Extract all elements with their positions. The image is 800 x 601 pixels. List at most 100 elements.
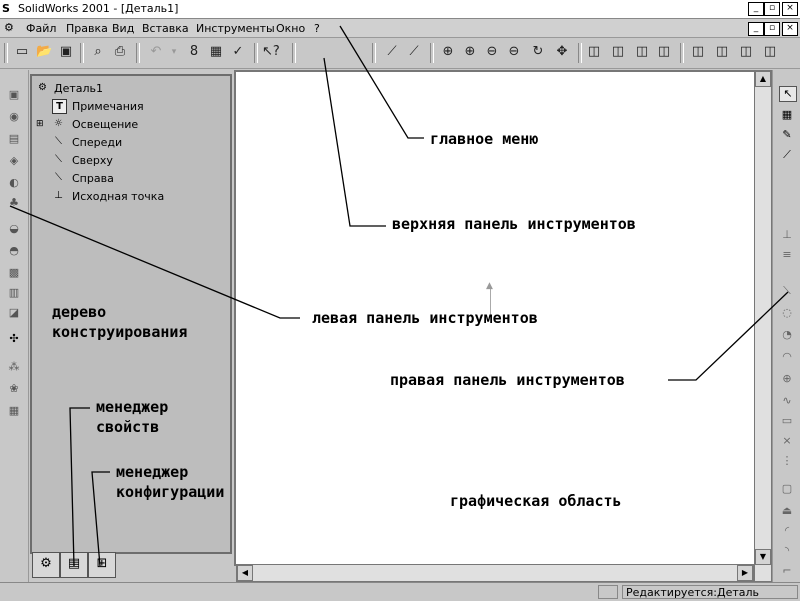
dome-icon[interactable]: ✣ xyxy=(6,332,22,346)
tree-item-right[interactable]: Справа xyxy=(72,172,114,185)
zoom-area-icon[interactable]: ⊖ xyxy=(484,44,500,60)
whats-this-help-icon[interactable]: ↖? xyxy=(262,44,280,60)
view-wireframe-icon[interactable]: ◫ xyxy=(634,44,650,60)
shell-icon[interactable]: ▩ xyxy=(6,266,22,280)
scroll-down-icon[interactable]: ▼ xyxy=(755,549,771,565)
options-icon[interactable]: ▦ xyxy=(208,44,224,60)
scroll-right-icon[interactable]: ▶ xyxy=(737,565,753,581)
zoom-to-fit-icon[interactable]: ⊕ xyxy=(440,44,456,60)
save-icon[interactable]: ▣ xyxy=(58,44,74,60)
print-preview-icon[interactable]: ⌕ xyxy=(90,44,106,60)
minimize-button[interactable]: _ xyxy=(748,2,764,16)
menu-tools[interactable]: Инструменты xyxy=(196,22,275,35)
property-manager-tab[interactable]: ▤ xyxy=(60,552,88,578)
sketch-fillet-icon[interactable]: ◜ xyxy=(779,524,795,538)
label-main-menu: главное меню xyxy=(430,130,539,148)
menu-window[interactable]: Окно xyxy=(276,22,305,35)
menu-insert[interactable]: Вставка xyxy=(142,22,189,35)
label-top-toolbar: верхняя панель инструментов xyxy=(392,215,636,233)
sketch-icon[interactable]: ✎ xyxy=(779,128,795,142)
expand-icon[interactable]: ⊞ xyxy=(36,119,44,129)
draft-icon[interactable]: ◪ xyxy=(6,306,22,320)
select-icon[interactable]: ⟋ xyxy=(384,44,400,60)
tree-item-front[interactable]: Спереди xyxy=(72,136,122,149)
display-relations-icon[interactable]: ≡ xyxy=(779,248,795,262)
linear-pattern-icon[interactable]: ⁂ xyxy=(6,360,22,374)
toolbar-grip[interactable] xyxy=(372,43,376,63)
smart-dimension-icon[interactable]: ⟋ xyxy=(779,148,795,162)
pan-icon[interactable]: ✥ xyxy=(554,44,570,60)
chamfer-icon[interactable]: ◓ xyxy=(6,244,22,258)
tangent-arc-icon[interactable]: ◔ xyxy=(779,328,795,342)
view-right-icon[interactable]: ◫ xyxy=(738,44,754,60)
offset-entities-icon[interactable]: ⏏ xyxy=(779,504,795,518)
doc-restore-button[interactable]: ▫ xyxy=(764,22,780,36)
extrude-icon[interactable]: ▣ xyxy=(6,88,22,102)
label-feature-tree: дерево конструирования xyxy=(52,303,188,341)
doc-close-button[interactable]: × xyxy=(782,22,798,36)
line-icon[interactable]: ⟍ xyxy=(779,284,795,298)
menu-edit[interactable]: Правка xyxy=(66,22,108,35)
three-point-arc-icon[interactable]: ◠ xyxy=(779,350,795,364)
tree-root[interactable]: Деталь1 xyxy=(54,82,103,95)
print-icon[interactable]: ⎙ xyxy=(112,44,128,60)
circle-icon[interactable]: ⊕ xyxy=(779,372,795,386)
extend-icon[interactable]: ⌐ xyxy=(779,564,795,578)
close-button[interactable]: × xyxy=(782,2,798,16)
cut-revolve-icon[interactable]: ♣ xyxy=(6,196,22,210)
mirror-icon[interactable]: ▦ xyxy=(6,404,22,418)
restore-button[interactable]: ▫ xyxy=(764,2,780,16)
rib-icon[interactable]: ▥ xyxy=(6,286,22,300)
circular-pattern-icon[interactable]: ❀ xyxy=(6,382,22,396)
view-isometric-icon[interactable]: ◫ xyxy=(762,44,778,60)
zoom-out-icon[interactable]: ⊖ xyxy=(506,44,522,60)
sweep-icon[interactable]: ▤ xyxy=(6,132,22,146)
vertical-scrollbar[interactable]: ▲ ▼ xyxy=(754,70,772,582)
view-top-icon[interactable]: ◫ xyxy=(714,44,730,60)
toolbar-grip[interactable] xyxy=(4,43,8,63)
undo-dropdown-icon[interactable]: ▾ xyxy=(166,44,182,60)
revolve-icon[interactable]: ◉ xyxy=(6,110,22,124)
view-hidden-removed-icon[interactable]: ◫ xyxy=(656,44,672,60)
centerpoint-arc-icon[interactable]: ◌ xyxy=(779,306,795,320)
document-icon[interactable]: ⚙ xyxy=(4,21,14,34)
view-front-icon[interactable]: ◫ xyxy=(690,44,706,60)
feature-manager-tab[interactable]: ⚙ xyxy=(32,552,60,578)
tree-item-top[interactable]: Сверху xyxy=(72,154,113,167)
convert-entities-icon[interactable]: ▢ xyxy=(779,482,795,496)
grid-icon[interactable]: ▦ xyxy=(779,108,795,122)
toolbar-separator xyxy=(680,43,684,63)
doc-minimize-button[interactable]: _ xyxy=(748,22,764,36)
scroll-left-icon[interactable]: ◀ xyxy=(237,565,253,581)
fillet-icon[interactable]: ◒ xyxy=(6,222,22,236)
cut-extrude-icon[interactable]: ◐ xyxy=(6,176,22,190)
point-icon[interactable]: × xyxy=(779,434,795,448)
menu-view[interactable]: Вид xyxy=(112,22,134,35)
spelling-icon[interactable]: ✓ xyxy=(230,44,246,60)
tree-item-origin[interactable]: Исходная точка xyxy=(72,190,164,203)
select-pointer-icon[interactable]: ↖ xyxy=(779,86,797,102)
tree-item-annotations[interactable]: Примечания xyxy=(72,100,144,113)
configuration-manager-tab[interactable]: ⊞ xyxy=(88,552,116,578)
loft-icon[interactable]: ◈ xyxy=(6,154,22,168)
status-bar: Редактируется:Деталь xyxy=(0,582,800,601)
menu-help[interactable]: ? xyxy=(314,22,320,35)
rectangle-icon[interactable]: ▭ xyxy=(779,414,795,428)
new-file-icon[interactable]: ▭ xyxy=(14,44,30,60)
menu-file[interactable]: Файл xyxy=(26,22,56,35)
view-shaded-icon[interactable]: ◫ xyxy=(586,44,602,60)
spline-icon[interactable]: ∿ xyxy=(779,394,795,408)
undo-icon[interactable]: ↶ xyxy=(148,44,164,60)
tree-item-lighting[interactable]: Освещение xyxy=(72,118,138,131)
centerline-icon[interactable]: ⋮ xyxy=(779,454,795,468)
scroll-up-icon[interactable]: ▲ xyxy=(755,71,771,87)
view-hidden-lines-icon[interactable]: ◫ xyxy=(610,44,626,60)
trim-icon[interactable]: ◝ xyxy=(779,544,795,558)
zoom-in-icon[interactable]: ⊕ xyxy=(462,44,478,60)
open-folder-icon[interactable]: 📂 xyxy=(36,44,52,60)
rebuild-icon[interactable]: 8 xyxy=(186,44,202,60)
select-filter-icon[interactable]: ⟋ xyxy=(406,44,422,60)
horizontal-scrollbar[interactable]: ◀ ▶ xyxy=(236,564,754,582)
rotate-icon[interactable]: ↻ xyxy=(530,44,546,60)
add-relation-icon[interactable]: ⊥ xyxy=(779,228,795,242)
